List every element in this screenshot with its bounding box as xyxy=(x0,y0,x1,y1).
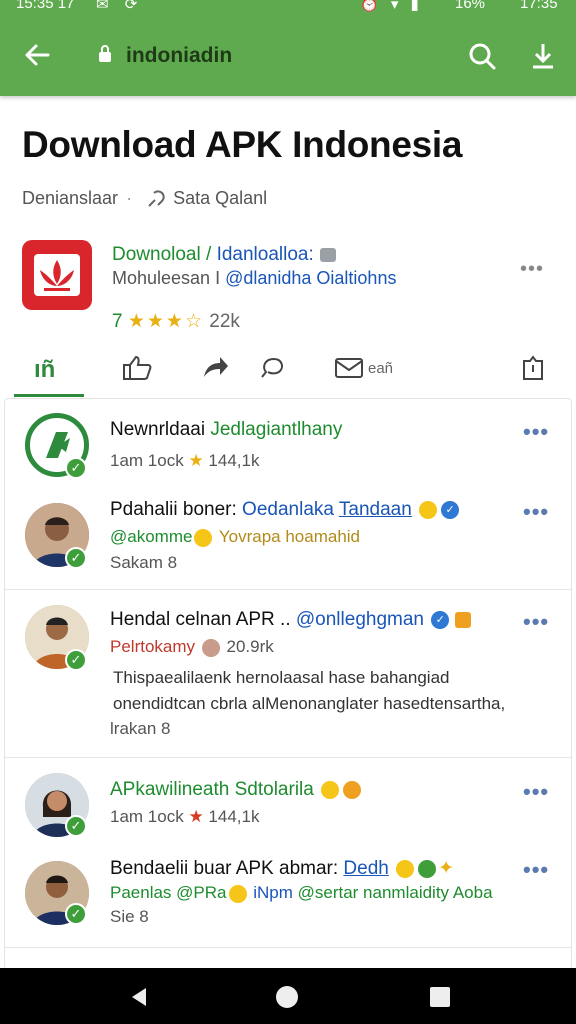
action-row: ıñ eañ xyxy=(0,340,576,400)
profile-mini-icon xyxy=(201,638,220,657)
item-body-line-1: Thispaealilaenk hernolaasal hase bahangi… xyxy=(113,668,450,687)
app-rating: 7 ★★★☆ 22k xyxy=(112,311,240,332)
verified-check-icon: ✓ xyxy=(65,547,87,569)
download-icon[interactable] xyxy=(528,40,558,72)
thumbs-up-button[interactable] xyxy=(120,348,156,388)
svg-text:ıñ: ıñ xyxy=(34,356,55,383)
badge-icon xyxy=(455,611,472,628)
share-button[interactable] xyxy=(200,348,232,388)
app-badge-icon xyxy=(319,247,336,262)
battery-level: 16% xyxy=(455,0,486,12)
home-circle-icon[interactable] xyxy=(276,986,298,1008)
more-options-icon[interactable]: ••• xyxy=(523,499,549,525)
active-tab-indicator xyxy=(14,394,84,397)
more-options-icon[interactable]: ••• xyxy=(523,857,549,883)
save-button[interactable] xyxy=(518,348,548,388)
system-icons: ⏰ ▾ ▮ xyxy=(360,0,423,13)
browser-bar: indoniadin xyxy=(0,18,576,96)
star-icon: ★ xyxy=(188,807,204,826)
star-icon: ★ xyxy=(188,451,204,470)
item-title: Newnrldaai Jedlagiantlhany xyxy=(110,419,343,440)
link-icon xyxy=(148,190,165,207)
system-nav-bar xyxy=(0,968,576,1024)
smile-emoji-icon xyxy=(228,884,247,903)
item-meta: @akomme Yovrapa hoamahid xyxy=(110,527,361,547)
smile-emoji-icon xyxy=(419,500,438,519)
feed-list: ✓ Newnrldaai Jedlagiantlhany 1am 1ock ★ … xyxy=(4,398,572,970)
mail-icon xyxy=(335,358,363,378)
app-more-icon[interactable]: ••• xyxy=(520,258,544,281)
verified-check-icon: ✓ xyxy=(65,815,87,837)
smile-emoji-icon xyxy=(194,528,213,547)
verified-check-icon: ✓ xyxy=(65,649,87,671)
app-developer[interactable]: Mohuleesan I @dlanidha Oialtiohns xyxy=(112,268,396,289)
verified-badge-icon: ✓ xyxy=(431,610,450,629)
divider xyxy=(5,589,571,590)
status-bar: 15:35 17 ✉ ⟳ ⏰ ▾ ▮ 16% 17:35 xyxy=(0,0,576,18)
page-subtitle: Denianslaar · Sata Qalanl xyxy=(22,188,267,210)
status-time-left: 15:35 17 xyxy=(16,0,75,12)
subtitle-right[interactable]: Sata Qalanl xyxy=(173,188,267,208)
url-field[interactable]: indoniadin xyxy=(126,44,232,68)
status-time-right: 17:35 xyxy=(520,0,558,12)
smile-emoji-icon xyxy=(396,859,415,878)
lock-icon xyxy=(99,45,111,62)
item-footer: Sakam 8 xyxy=(110,553,178,572)
item-meta: Paenlas @PRa iNpm @sertar nanmlaidity Ao… xyxy=(110,883,493,903)
like-tab[interactable]: ıñ xyxy=(34,348,74,388)
save-icon xyxy=(523,355,543,380)
app-icon[interactable] xyxy=(22,240,92,310)
verified-check-icon: ✓ xyxy=(65,903,87,925)
divider xyxy=(5,947,571,948)
rating-stars: ★★★☆ xyxy=(127,311,204,332)
spark-icon: ✦ xyxy=(438,858,455,879)
share-icon xyxy=(204,357,228,377)
item-title: APkawilineath Sdtolarila xyxy=(110,779,363,801)
verified-check-icon: ✓ xyxy=(65,457,87,479)
mail-button[interactable]: eañ xyxy=(334,348,393,388)
item-body-line-2: onendidtcan cbrla alMenonanglater hasedt… xyxy=(113,694,506,713)
more-options-icon[interactable]: ••• xyxy=(523,609,549,635)
subtitle-left[interactable]: Denianslaar xyxy=(22,188,118,208)
item-meta: 1am 1ock ★ 144,1k xyxy=(110,451,260,470)
app-name[interactable]: Downoloal / Idanloalloa: xyxy=(112,244,336,266)
item-title: Hendal celnan APR .. @onlleghgman ✓ xyxy=(110,609,475,631)
like-tab-icon: ıñ xyxy=(34,356,55,383)
thumbs-up-icon xyxy=(123,355,152,380)
back-arrow-icon[interactable] xyxy=(22,40,52,70)
item-meta: 1am 1ock ★ 144,1k xyxy=(110,807,260,826)
lotus-logo-icon xyxy=(34,254,80,296)
more-options-icon[interactable]: ••• xyxy=(523,779,549,805)
verified-badge-icon: ✓ xyxy=(441,500,460,519)
notification-icons: ✉ ⟳ xyxy=(96,0,144,13)
party-emoji-icon xyxy=(343,780,362,799)
search-icon[interactable] xyxy=(466,40,498,72)
smile-emoji-icon xyxy=(321,780,340,799)
green-badge-icon xyxy=(418,859,437,878)
item-footer: Sie 8 xyxy=(110,907,149,926)
page-title: Download APK Indonesia xyxy=(22,124,463,165)
item-title: Bendaelii buar APK abmar: Dedh ✦ xyxy=(110,858,455,879)
more-options-icon[interactable]: ••• xyxy=(523,419,549,445)
item-footer: lrakan 8 xyxy=(110,719,171,738)
item-title: Pdahalii boner: Oedanlaka Tandaan ✓ xyxy=(110,499,461,521)
comment-icon xyxy=(261,357,283,378)
item-meta: Pelrtokamy 20.9rk xyxy=(110,637,274,657)
divider xyxy=(5,757,571,758)
back-triangle-icon[interactable] xyxy=(128,986,150,1008)
comment-button[interactable] xyxy=(256,348,288,388)
recents-square-icon[interactable] xyxy=(430,987,450,1007)
top-app-bar: 15:35 17 ✉ ⟳ ⏰ ▾ ▮ 16% 17:35 indoniadin xyxy=(0,0,576,96)
